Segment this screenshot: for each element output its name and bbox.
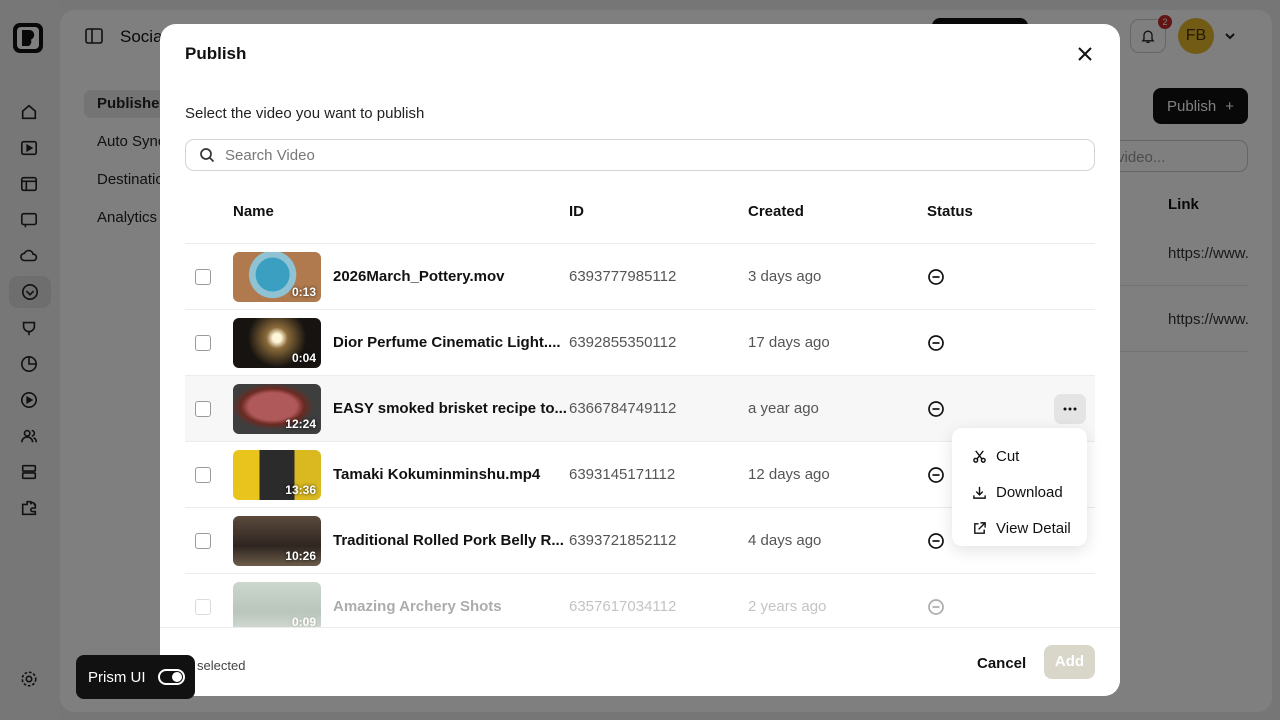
close-button[interactable] bbox=[1074, 43, 1096, 65]
video-created: 12 days ago bbox=[748, 466, 830, 483]
video-thumbnail: 0:09 bbox=[233, 582, 321, 627]
prism-ui-toggle[interactable]: Prism UI bbox=[76, 655, 195, 699]
download-icon bbox=[973, 486, 986, 499]
video-name: EASY smoked brisket recipe to... bbox=[333, 400, 567, 417]
video-created: 17 days ago bbox=[748, 334, 830, 351]
search-input[interactable] bbox=[225, 146, 1085, 164]
video-duration: 0:09 bbox=[291, 615, 316, 627]
table-row[interactable]: 0:04 Dior Perfume Cinematic Light.... 63… bbox=[185, 310, 1095, 376]
menu-item-view-detail[interactable]: View Detail bbox=[952, 510, 1087, 546]
add-button[interactable]: Add bbox=[1044, 645, 1095, 679]
column-header-id[interactable]: ID bbox=[569, 203, 584, 220]
video-table: Name ID Created Status 0:18 0:13 2026Mar… bbox=[185, 194, 1095, 627]
row-context-menu: Cut Download View Detail bbox=[952, 428, 1087, 546]
status-minus-circle-icon bbox=[928, 599, 944, 615]
video-name: Dior Perfume Cinematic Light.... bbox=[333, 334, 561, 351]
video-id: 6366784749112 bbox=[569, 400, 677, 417]
video-duration: 0:13 bbox=[291, 285, 316, 299]
search-field[interactable] bbox=[185, 139, 1095, 171]
video-name: 2026March_Pottery.mov bbox=[333, 268, 505, 285]
selected-count-text: selected bbox=[197, 658, 246, 673]
video-duration: 12:24 bbox=[285, 417, 316, 431]
video-duration: 10:26 bbox=[285, 549, 316, 563]
search-icon bbox=[200, 148, 215, 163]
row-checkbox[interactable] bbox=[195, 269, 211, 285]
row-checkbox[interactable] bbox=[195, 599, 211, 615]
more-actions-button[interactable] bbox=[1054, 394, 1086, 424]
status-minus-circle-icon bbox=[928, 533, 944, 549]
status-minus-circle-icon bbox=[928, 335, 944, 351]
menu-item-label: Cut bbox=[996, 447, 1020, 465]
scissors-icon bbox=[973, 449, 986, 463]
external-link-icon bbox=[974, 521, 986, 534]
video-created: a year ago bbox=[748, 400, 819, 417]
row-checkbox[interactable] bbox=[195, 467, 211, 483]
video-name: Traditional Rolled Pork Belly R... bbox=[333, 532, 564, 549]
video-thumbnail: 0:13 bbox=[233, 252, 321, 302]
video-created: 2 years ago bbox=[748, 598, 827, 615]
menu-item-cut[interactable]: Cut bbox=[952, 438, 1087, 474]
video-id: 6392855350112 bbox=[569, 334, 677, 351]
video-created: 4 days ago bbox=[748, 532, 822, 549]
column-header-name[interactable]: Name bbox=[233, 203, 274, 220]
cancel-button[interactable]: Cancel bbox=[977, 655, 1026, 672]
video-thumbnail: 12:24 bbox=[233, 384, 321, 434]
table-header: Name ID Created Status bbox=[185, 194, 1095, 244]
video-id: 6393721852112 bbox=[569, 532, 677, 549]
publish-modal: Publish Select the video you want to pub… bbox=[160, 24, 1120, 696]
row-checkbox[interactable] bbox=[195, 533, 211, 549]
row-checkbox[interactable] bbox=[195, 401, 211, 417]
video-name: Tamaki Kokuminminshu.mp4 bbox=[333, 466, 541, 483]
toggle-switch[interactable] bbox=[158, 669, 185, 685]
column-header-created[interactable]: Created bbox=[748, 203, 804, 220]
video-thumbnail: 10:26 bbox=[233, 516, 321, 566]
video-duration: 0:04 bbox=[291, 351, 316, 365]
status-minus-circle-icon bbox=[928, 269, 944, 285]
column-header-status[interactable]: Status bbox=[927, 203, 973, 220]
video-created: 3 days ago bbox=[748, 268, 822, 285]
modal-title: Publish bbox=[185, 44, 247, 63]
video-name: Amazing Archery Shots bbox=[333, 598, 502, 615]
status-minus-circle-icon bbox=[928, 467, 944, 483]
close-icon bbox=[1078, 47, 1092, 61]
row-checkbox[interactable] bbox=[195, 335, 211, 351]
video-thumbnail: 0:04 bbox=[233, 318, 321, 368]
video-id: 6357617034112 bbox=[569, 598, 677, 615]
table-row[interactable]: 0:13 2026March_Pottery.mov 6393777985112… bbox=[185, 244, 1095, 310]
ellipsis-icon bbox=[1063, 407, 1077, 411]
modal-footer: selected Cancel Add bbox=[160, 627, 1120, 696]
prism-label: Prism UI bbox=[88, 668, 146, 686]
status-minus-circle-icon bbox=[928, 401, 944, 417]
table-row[interactable]: 0:09 Amazing Archery Shots 6357617034112… bbox=[185, 574, 1095, 627]
menu-item-label: Download bbox=[996, 483, 1063, 501]
menu-item-download[interactable]: Download bbox=[952, 474, 1087, 510]
modal-subtitle: Select the video you want to publish bbox=[185, 105, 425, 122]
menu-item-label: View Detail bbox=[996, 519, 1071, 537]
video-thumbnail: 13:36 bbox=[233, 450, 321, 500]
video-id: 6393777985112 bbox=[569, 268, 677, 285]
video-duration: 13:36 bbox=[285, 483, 316, 497]
video-id: 6393145171112 bbox=[569, 466, 676, 483]
